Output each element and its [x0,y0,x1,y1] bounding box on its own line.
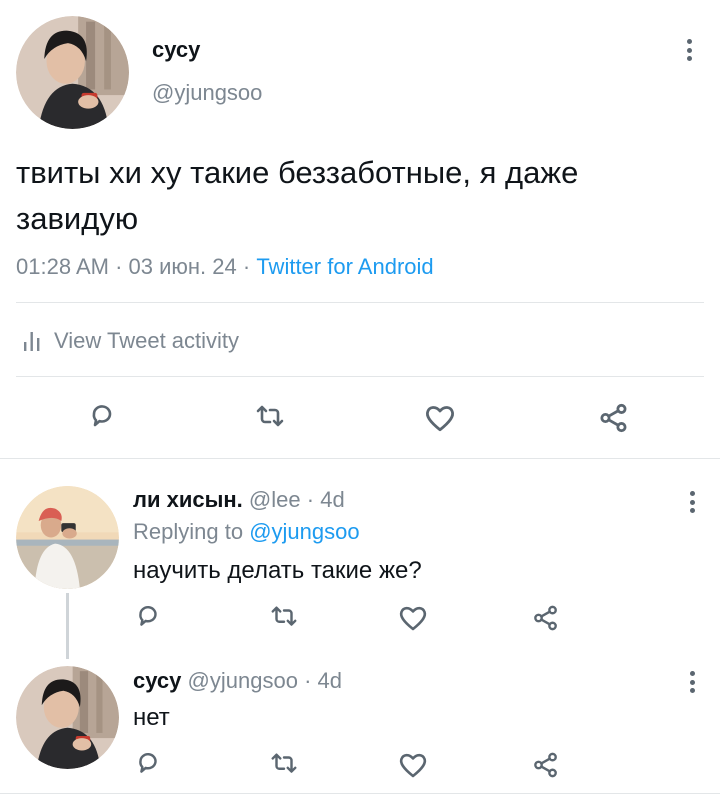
reply-avatar[interactable] [16,486,119,589]
meta-separator: · [242,254,251,279]
author-handle[interactable]: @yjungsoo [152,80,262,106]
divider [16,376,704,377]
reply-text: нет [133,704,170,731]
bottom-divider [0,793,720,794]
kebab-dot [686,56,692,61]
bar-chart-icon [24,332,40,351]
share-button[interactable] [594,398,634,438]
tweet-date: 03 июн. 24 [128,254,237,279]
like-button[interactable] [395,600,431,636]
retweet-button[interactable] [266,747,302,783]
reply-time: 4d [317,668,342,693]
reply-display-name[interactable]: сусу [133,668,181,693]
tweet-text: твиты хи ху такие беззаботные, я даже за… [16,155,579,236]
tweet-meta: 01:28 AM · 03 июн. 24 · Twitter for Andr… [16,254,434,280]
retweet-icon [271,753,297,773]
retweet-icon [256,405,284,427]
reply-header: сусу @yjungsoo · 4d [133,668,342,694]
share-icon [534,605,557,631]
reply-handle[interactable]: @yjungsoo [188,668,298,693]
reply-avatar[interactable] [16,666,119,769]
retweet-button[interactable] [250,398,290,438]
kebab-dot [689,671,695,676]
retweet-button[interactable] [266,600,302,636]
kebab-dot [686,47,692,53]
like-button[interactable] [420,398,460,438]
share-button[interactable] [528,600,564,636]
reply-header: ли хисын. @lee · 4d [133,487,345,513]
share-icon [600,403,627,433]
reply-button[interactable] [130,747,166,783]
tweet-menu-button[interactable] [677,37,701,63]
kebab-dot [689,679,695,685]
kebab-dot [686,39,692,44]
view-tweet-activity-label: View Tweet activity [54,328,240,353]
tweet-client-link[interactable]: Twitter for Android [256,254,433,279]
section-divider [0,458,720,459]
reply-bubble-icon [139,752,157,773]
reply-menu-button[interactable] [680,489,704,515]
replying-to-handle[interactable]: @yjungsoo [249,519,359,544]
divider [16,302,704,303]
view-tweet-activity-button[interactable]: View Tweet activity [22,324,239,358]
meta-separator: · [306,487,315,512]
meta-separator: · [304,668,312,693]
reply-button[interactable] [130,600,166,636]
reply-button[interactable] [82,398,122,438]
replying-to-label: Replying to [133,519,244,544]
reply-handle[interactable]: @lee [249,487,301,512]
heart-icon [399,753,427,778]
share-icon [534,752,557,778]
retweet-icon [271,606,297,626]
reply-text: научить делать такие же? [133,557,422,584]
author-avatar[interactable] [16,16,129,129]
reply-menu-button[interactable] [680,669,704,695]
heart-icon [425,406,455,432]
kebab-dot [689,491,695,496]
reply-time: 4d [320,487,345,512]
reply-bubble-icon [139,605,157,626]
meta-separator: · [115,254,123,279]
replying-to: Replying to @yjungsoo [133,519,360,545]
kebab-dot [689,688,695,693]
kebab-dot [689,508,695,513]
kebab-dot [689,499,695,505]
reply-display-name[interactable]: ли хисын. [133,487,243,512]
tweet-time: 01:28 AM [16,254,109,279]
like-button[interactable] [395,747,431,783]
share-button[interactable] [528,747,564,783]
reply-bubble-icon [92,405,112,427]
thread-line [66,593,69,659]
author-display-name[interactable]: сусу [152,37,200,63]
heart-icon [399,606,427,631]
